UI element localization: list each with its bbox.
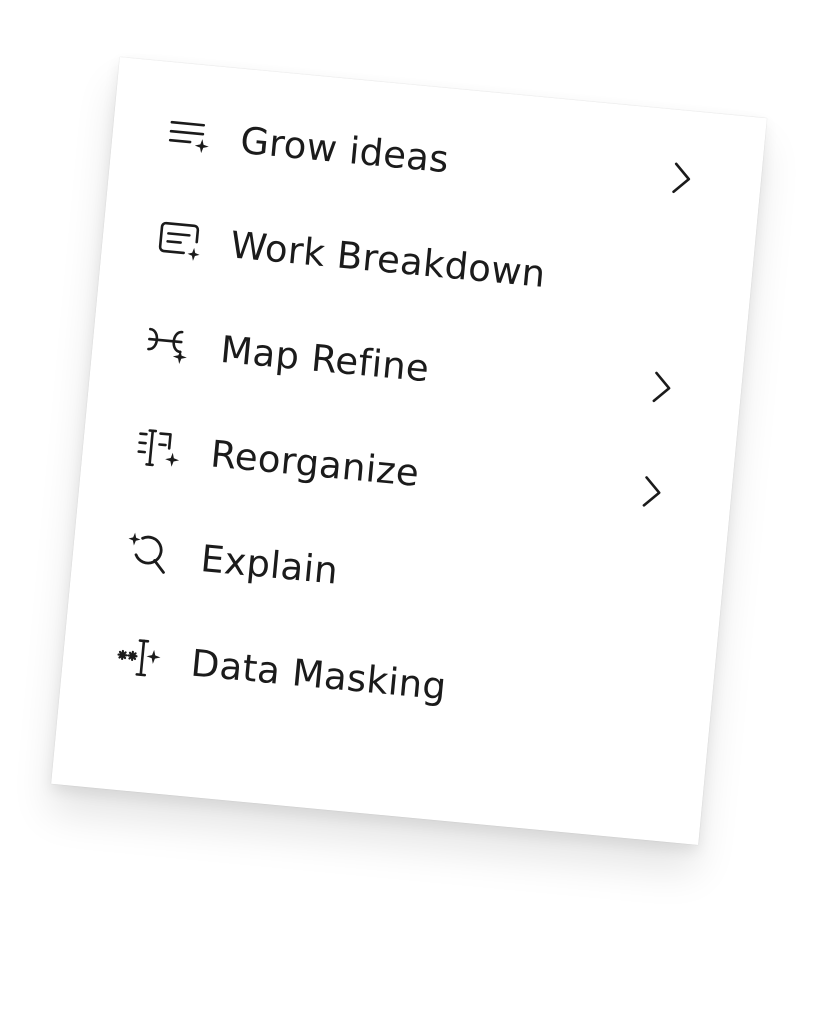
menu-item-label: Data Masking: [189, 641, 449, 709]
menu-item-label: Reorganize: [208, 432, 422, 495]
chevron-right-icon: [645, 366, 679, 409]
screenshot-stage: Grow ideas Work Breakdown Map Refine Reo…: [0, 0, 820, 1024]
chevron-right-icon: [665, 157, 699, 200]
chevron-right-icon: [635, 471, 669, 514]
menu-item-label: Map Refine: [218, 327, 432, 391]
menu-item-label: Work Breakdown: [228, 223, 548, 296]
grow-ideas-icon: [163, 110, 215, 162]
explain-icon: [123, 528, 175, 580]
map-refine-icon: [143, 319, 195, 371]
reorganize-icon: [133, 423, 185, 475]
data-masking-icon: [113, 632, 165, 684]
menu-item-label: Grow ideas: [238, 118, 451, 182]
menu-item-label: Explain: [198, 536, 340, 593]
context-menu: Grow ideas Work Breakdown Map Refine Reo…: [51, 57, 767, 845]
work-breakdown-icon: [153, 214, 205, 266]
